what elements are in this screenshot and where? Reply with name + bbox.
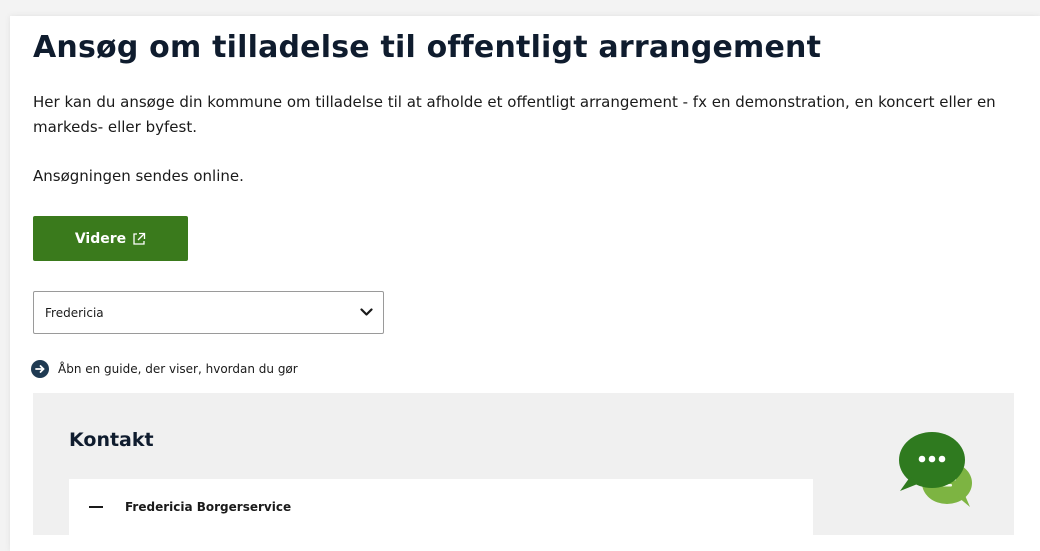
chat-bubble-icon [899, 432, 972, 507]
guide-link[interactable]: Åbn en guide, der viser, hvordan du gør [31, 360, 298, 378]
chevron-down-icon [360, 308, 373, 316]
videre-label: Videre [74, 230, 127, 247]
municipality-select[interactable]: Fredericia [33, 291, 384, 334]
contact-item-borgerservice[interactable]: Fredericia Borgerservice [69, 479, 813, 535]
contact-section: Kontakt Fredericia Borgerservice [33, 393, 1014, 535]
online-note: Ansøgningen sendes online. [33, 167, 244, 185]
collapse-icon [89, 506, 103, 508]
chat-widget-button[interactable] [890, 415, 980, 510]
external-link-icon [133, 232, 146, 245]
contact-heading: Kontakt [69, 429, 154, 451]
intro-text: Her kan du ansøge din kommune om tillade… [33, 93, 996, 136]
arrow-right-circle-icon [31, 360, 49, 378]
municipality-select-value: Fredericia [45, 305, 104, 320]
guide-link-label: Åbn en guide, der viser, hvordan du gør [58, 362, 298, 376]
contact-item-label: Fredericia Borgerservice [125, 500, 292, 514]
videre-button[interactable]: Videre [33, 216, 188, 261]
page-title: Ansøg om tilladelse til offentligt arran… [33, 30, 822, 65]
